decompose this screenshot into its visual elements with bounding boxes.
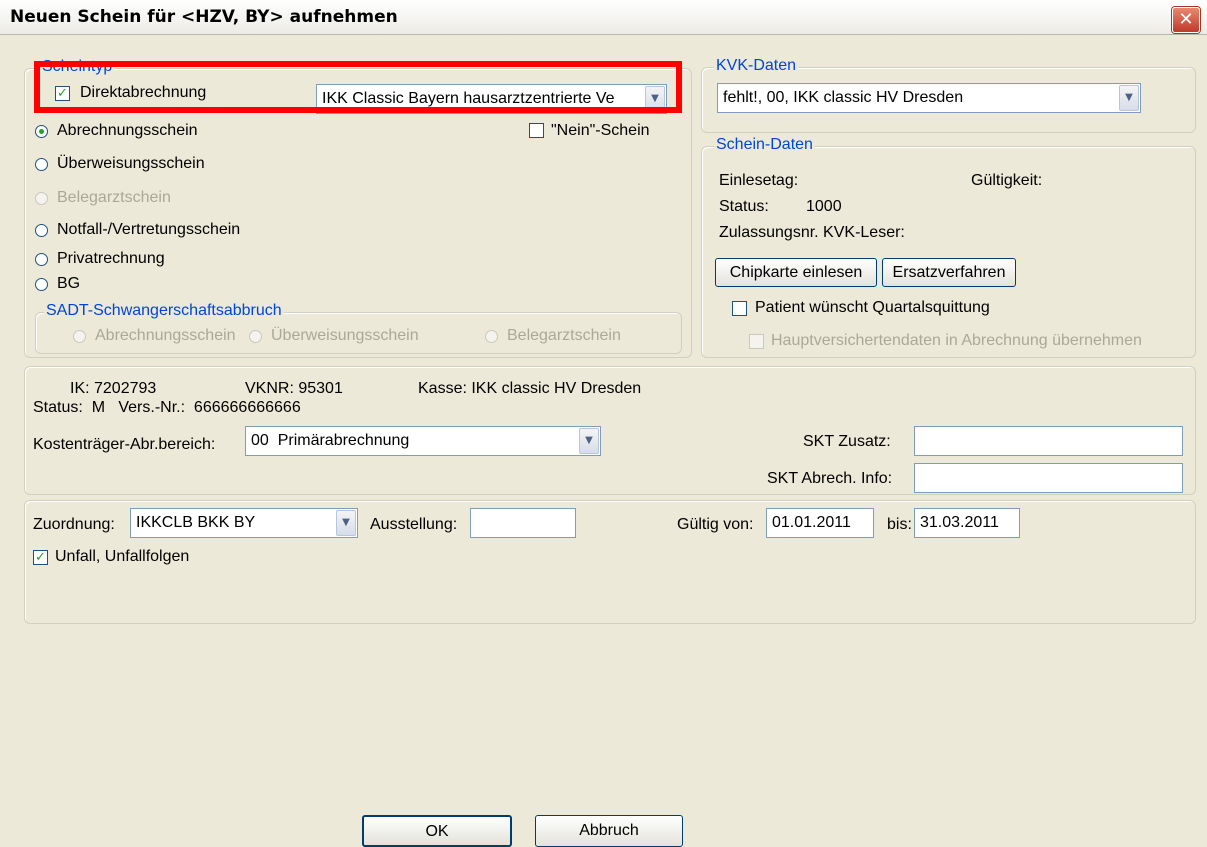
kvk-select-value: fehlt!, 00, IKK classic HV Dresden	[723, 89, 964, 106]
ok-button[interactable]: OK	[362, 815, 512, 847]
unfall-label: Unfall, Unfallfolgen	[55, 548, 190, 565]
radio-privatrechnung[interactable]	[35, 253, 48, 266]
skt-info-label: SKT Abrech. Info:	[767, 470, 893, 487]
title-bar[interactable]: Neuen Schein für <HZV, BY> aufnehmen ✕	[0, 0, 1207, 35]
nein-schein-checkbox[interactable]	[529, 123, 544, 138]
ik-value: IK: 7202793	[70, 380, 157, 397]
label-privatrechnung: Privatrechnung	[57, 250, 165, 267]
zuordnung-select-value: IKKCLB BKK BY	[136, 514, 256, 531]
schein-daten-legend: Schein-Daten	[714, 136, 815, 154]
kvk-select[interactable]: fehlt!, 00, IKK classic HV Dresden ▼	[717, 83, 1141, 113]
bis-input[interactable]: 31.03.2011	[914, 508, 1020, 538]
status-label: Status:	[719, 198, 769, 215]
ausstellung-label: Ausstellung:	[370, 516, 458, 533]
chevron-down-icon[interactable]: ▼	[1119, 85, 1139, 111]
radio-notfall-vertretungsschein[interactable]	[35, 224, 48, 237]
unfall-checkbox[interactable]: ✓	[33, 550, 48, 565]
radio-sadt-abrechnungsschein	[73, 330, 86, 343]
kostentraeger-select-value: 00 Primärabrechnung	[251, 432, 410, 449]
abbruch-button[interactable]: Abbruch	[535, 815, 683, 847]
radio-sadt-belegarztschein	[485, 330, 498, 343]
close-button[interactable]: ✕	[1172, 7, 1200, 33]
sadt-legend: SADT-Schwangerschaftsabbruch	[44, 302, 284, 320]
zuordnung-select[interactable]: IKKCLB BKK BY ▼	[130, 508, 358, 538]
zulassung-label: Zulassungsnr. KVK-Leser:	[719, 224, 905, 241]
radio-sadt-ueberweisungsschein	[249, 330, 262, 343]
label-sadt-belegarztschein: Belegarztschein	[507, 327, 621, 344]
skt-info-input[interactable]	[914, 463, 1183, 493]
zuordnung-label: Zuordnung:	[33, 516, 115, 533]
label-belegarztschein: Belegarztschein	[57, 189, 171, 206]
kostentraeger-label: Kostenträger-Abr.bereich:	[33, 436, 216, 453]
chevron-down-icon[interactable]: ▼	[579, 428, 599, 454]
gueltigkeit-label: Gültigkeit:	[971, 172, 1043, 189]
vknr-value: VKNR: 95301	[245, 380, 343, 397]
kvk-daten-legend: KVK-Daten	[714, 57, 799, 75]
highlight-box	[34, 61, 682, 113]
status-versnr-value: Status: M Vers.-Nr.: 666666666666	[33, 399, 301, 416]
radio-bg[interactable]	[35, 278, 48, 291]
skt-zusatz-input[interactable]	[914, 426, 1183, 456]
label-sadt-ueberweisungsschein: Überweisungsschein	[271, 327, 419, 344]
close-icon: ✕	[1178, 9, 1194, 30]
radio-selected-dot	[39, 129, 44, 134]
radio-abrechnungsschein[interactable]	[35, 125, 48, 138]
kasse-value: Kasse: IKK classic HV Dresden	[418, 380, 642, 397]
label-ueberweisungsschein: Überweisungsschein	[57, 155, 205, 172]
skt-zusatz-label: SKT Zusatz:	[803, 433, 891, 450]
label-notfall-vertretungsschein: Notfall-/Vertretungsschein	[57, 221, 241, 238]
label-abrechnungsschein: Abrechnungsschein	[57, 122, 198, 139]
label-bg: BG	[57, 275, 81, 292]
gueltig-von-label: Gültig von:	[677, 516, 754, 533]
hauptversicherte-label: Hauptversichertendaten in Abrechnung übe…	[771, 332, 1142, 349]
hauptversicherte-checkbox	[749, 334, 764, 349]
status-value: 1000	[806, 198, 842, 215]
quartalsquittung-label: Patient wünscht Quartalsquittung	[755, 299, 990, 316]
kostentraeger-select[interactable]: 00 Primärabrechnung ▼	[245, 426, 601, 456]
chipkarte-einlesen-button[interactable]: Chipkarte einlesen	[715, 258, 877, 287]
quartalsquittung-checkbox[interactable]	[732, 301, 747, 316]
check-icon: ✓	[35, 550, 46, 565]
bis-label: bis:	[887, 516, 912, 533]
radio-belegarztschein	[35, 192, 48, 205]
ersatzverfahren-button[interactable]: Ersatzverfahren	[882, 258, 1016, 287]
window-title: Neuen Schein für <HZV, BY> aufnehmen	[10, 7, 398, 27]
radio-ueberweisungsschein[interactable]	[35, 158, 48, 171]
label-sadt-abrechnungsschein: Abrechnungsschein	[95, 327, 236, 344]
ausstellung-input[interactable]	[470, 508, 576, 538]
gueltig-von-input[interactable]: 01.01.2011	[766, 508, 874, 538]
nein-schein-label: "Nein"-Schein	[551, 122, 650, 139]
chevron-down-icon[interactable]: ▼	[336, 510, 356, 536]
einlesetag-label: Einlesetag:	[719, 172, 799, 189]
